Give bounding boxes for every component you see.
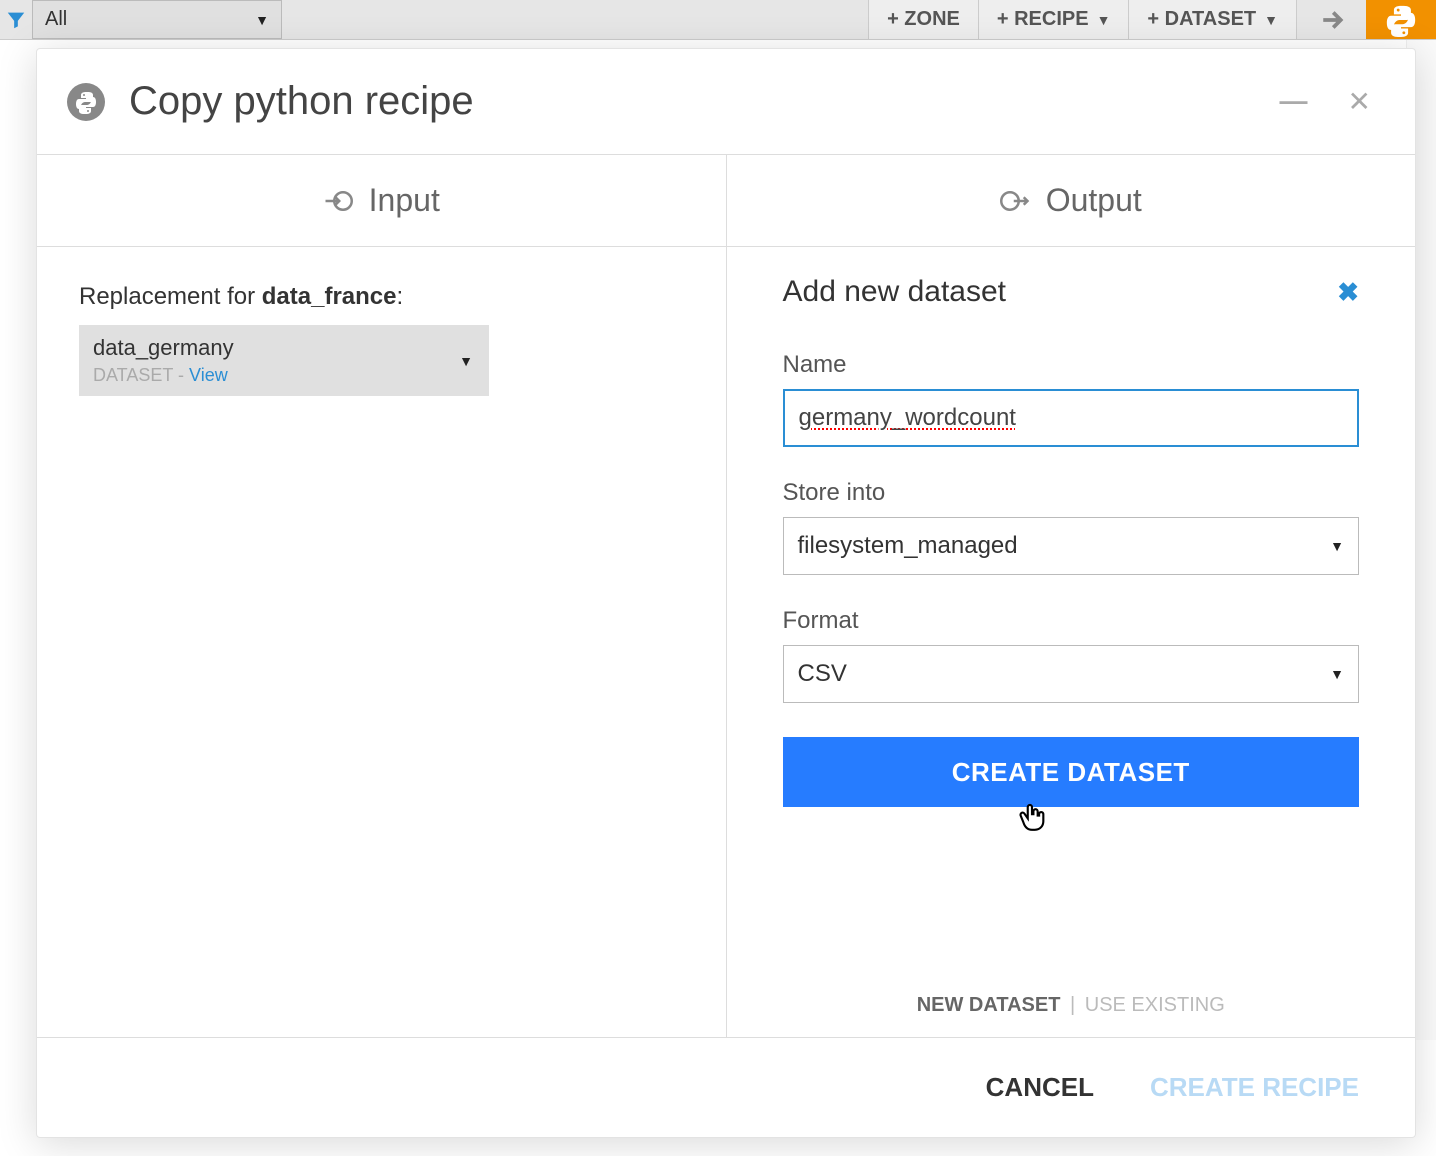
input-tab-header: Input <box>37 155 726 247</box>
use-existing-tab[interactable]: USE EXISTING <box>1085 994 1225 1016</box>
close-button[interactable]: ✕ <box>1348 85 1371 118</box>
replacement-meta: DATASET - View <box>93 365 475 386</box>
name-label: Name <box>783 351 1360 379</box>
modal-header: Copy python recipe — ✕ <box>37 49 1415 154</box>
dataset-mode-tabs: NEW DATASET | USE EXISTING <box>783 954 1360 1017</box>
filter-dropdown[interactable]: All ▼ <box>32 0 282 39</box>
create-recipe-button[interactable]: CREATE RECIPE <box>1150 1072 1359 1103</box>
chevron-down-icon: ▼ <box>255 12 269 28</box>
filter-icon <box>0 0 32 39</box>
store-into-select[interactable]: filesystem_managed ▼ <box>783 517 1360 575</box>
replacement-value: data_germany <box>93 335 475 361</box>
input-panel: Input Replacement for data_france: data_… <box>37 155 727 1037</box>
chevron-down-icon: ▼ <box>1330 666 1344 682</box>
chevron-down-icon: ▼ <box>1264 12 1278 28</box>
output-heading: Add new dataset <box>783 275 1007 309</box>
store-label: Store into <box>783 479 1360 507</box>
chevron-down-icon: ▼ <box>459 353 473 369</box>
background-toolbar: All ▼ + ZONE + RECIPE ▼ + DATASET ▼ <box>0 0 1436 40</box>
add-zone-button[interactable]: + ZONE <box>868 0 978 39</box>
close-output-icon[interactable]: ✖ <box>1337 277 1359 308</box>
modal-footer: CANCEL CREATE RECIPE <box>37 1037 1415 1137</box>
dataset-name-input[interactable] <box>783 389 1360 447</box>
replacement-dropdown[interactable]: data_germany DATASET - View ▼ <box>79 325 489 396</box>
chevron-down-icon: ▼ <box>1330 538 1344 554</box>
python-recipe-icon[interactable] <box>1366 0 1436 39</box>
chevron-down-icon: ▼ <box>1097 12 1111 28</box>
format-label: Format <box>783 607 1360 635</box>
minimize-button[interactable]: — <box>1280 85 1308 118</box>
filter-value: All <box>45 8 67 31</box>
output-panel: Output Add new dataset ✖ Name Store into… <box>727 155 1416 1037</box>
format-select[interactable]: CSV ▼ <box>783 645 1360 703</box>
cancel-button[interactable]: CANCEL <box>986 1072 1094 1103</box>
input-icon <box>323 186 353 216</box>
forward-arrow-button[interactable] <box>1296 0 1366 39</box>
add-recipe-button[interactable]: + RECIPE ▼ <box>978 0 1129 39</box>
modal-title: Copy python recipe <box>129 79 474 124</box>
view-link[interactable]: View <box>189 365 228 385</box>
add-dataset-button[interactable]: + DATASET ▼ <box>1128 0 1296 39</box>
output-tab-header: Output <box>727 155 1416 247</box>
output-icon <box>1000 186 1030 216</box>
new-dataset-tab[interactable]: NEW DATASET <box>917 994 1061 1016</box>
copy-recipe-modal: Copy python recipe — ✕ Input Replacement… <box>36 48 1416 1138</box>
replacement-label: Replacement for data_france: <box>79 283 684 311</box>
create-dataset-button[interactable]: CREATE DATASET <box>783 737 1360 807</box>
python-icon <box>67 83 105 121</box>
